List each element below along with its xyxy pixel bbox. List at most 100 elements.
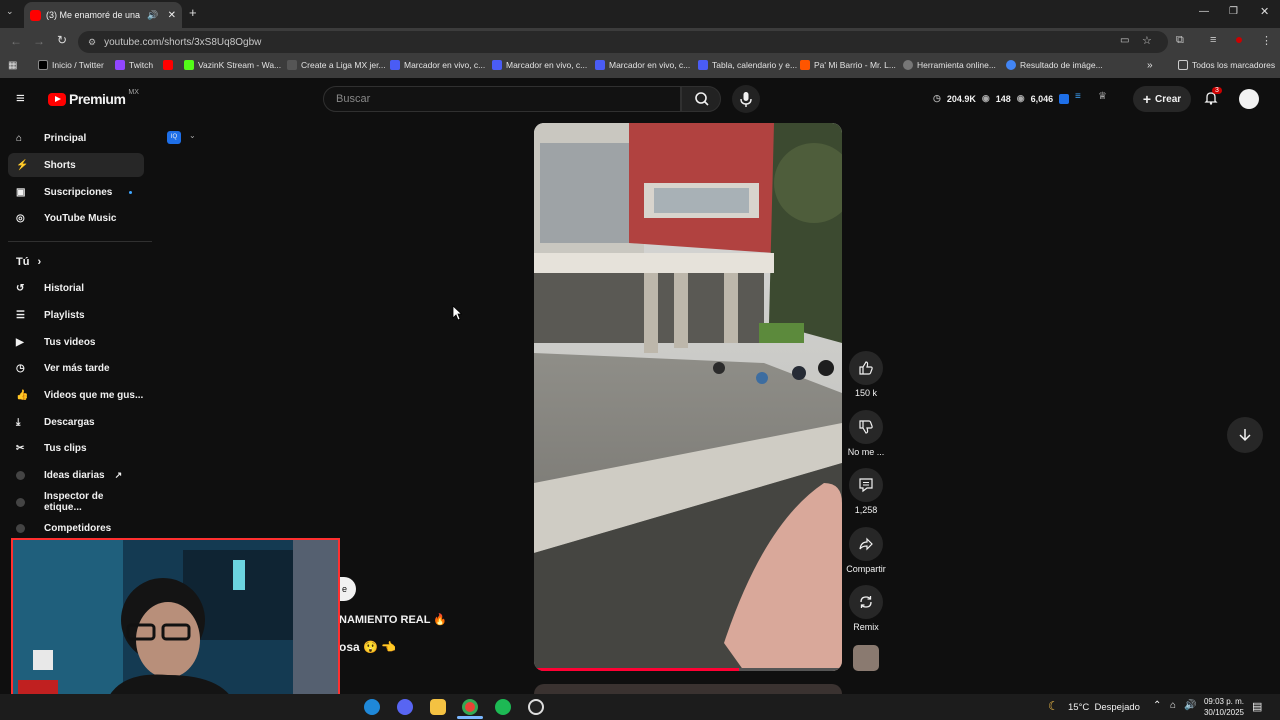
clock[interactable]: 09:03 p. m. 30/10/2025 bbox=[1198, 696, 1244, 718]
share-button[interactable] bbox=[849, 527, 883, 561]
bookmark-item[interactable]: Resultado de imáge... bbox=[1006, 60, 1103, 70]
forward-icon[interactable]: → bbox=[33, 34, 45, 48]
you-heading[interactable]: Tú › bbox=[16, 256, 41, 268]
bookmark-star-icon[interactable]: ☆ bbox=[1142, 34, 1152, 47]
sidebar-item-inspector[interactable]: Inspector de etique... bbox=[8, 490, 144, 514]
sidebar-item-suscripciones[interactable]: ▣ Suscripciones bbox=[8, 180, 144, 204]
discord-icon[interactable] bbox=[397, 699, 413, 715]
clock-stat-icon: ◷ bbox=[933, 93, 941, 103]
sidebar-item-principal[interactable]: ⌂ Principal bbox=[8, 126, 144, 150]
bookmark-label: Inicio / Twitter bbox=[52, 60, 104, 70]
weather-text[interactable]: 15°C Despejado bbox=[1068, 702, 1140, 713]
profile-icon[interactable] bbox=[1236, 37, 1242, 43]
sidebar-item-liked[interactable]: 👍 Videos que me gus... bbox=[8, 383, 144, 407]
sidebar-item-shorts[interactable]: ⚡ Shorts bbox=[8, 153, 144, 177]
sound-thumbnail[interactable] bbox=[853, 645, 879, 671]
back-icon[interactable]: ← bbox=[10, 34, 22, 48]
avatar[interactable] bbox=[1239, 89, 1259, 109]
sidebar-item-ver-mas-tarde[interactable]: ◷ Ver más tarde bbox=[8, 356, 144, 380]
remix-label: Remix bbox=[853, 622, 879, 632]
bookmark-item[interactable]: Tabla, calendario y e... bbox=[698, 60, 797, 70]
bookmark-item[interactable]: Pa' Mi Barrio - Mr. L... bbox=[800, 60, 896, 70]
extensions-icon[interactable]: ⧉ bbox=[1176, 34, 1184, 47]
volume-icon[interactable]: 🔊 bbox=[1184, 700, 1196, 711]
bookmark-item[interactable]: Twitch bbox=[115, 60, 153, 70]
notification-center-icon[interactable]: ▤ bbox=[1252, 700, 1262, 713]
sidebar-item-historial[interactable]: ↺ Historial bbox=[8, 276, 144, 300]
sidebar-item-playlists[interactable]: ☰ Playlists bbox=[8, 303, 144, 327]
more-bookmarks-icon[interactable]: » bbox=[1147, 60, 1153, 71]
youtube-logo[interactable]: Premium MX bbox=[48, 89, 139, 107]
bookmark-item[interactable]: Create a Liga MX jer... bbox=[287, 60, 386, 70]
next-short-button[interactable] bbox=[1227, 417, 1263, 453]
dislike-button[interactable] bbox=[849, 410, 883, 444]
new-tab-button[interactable]: + bbox=[189, 5, 197, 20]
short-video-player[interactable] bbox=[534, 123, 842, 671]
omnibox[interactable]: ⚙ youtube.com/shorts/3xS8Uq8Ogbw bbox=[78, 31, 1168, 53]
logo-text: Premium bbox=[69, 91, 126, 107]
vidiq-icon[interactable] bbox=[1059, 94, 1069, 104]
bookmark-item[interactable]: Inicio / Twitter bbox=[38, 60, 104, 70]
like-button[interactable] bbox=[849, 351, 883, 385]
sidebar-item-label: Historial bbox=[44, 282, 85, 294]
close-window-button[interactable]: ✕ bbox=[1260, 5, 1269, 18]
cast-icon[interactable]: ▭ bbox=[1120, 35, 1129, 46]
bookmark-item[interactable] bbox=[163, 60, 173, 70]
share-label: Compartir bbox=[846, 564, 886, 574]
menu-dots-icon[interactable]: ⋮ bbox=[1261, 34, 1272, 47]
reload-icon[interactable]: ↻ bbox=[57, 33, 67, 47]
search-input[interactable]: Buscar bbox=[323, 86, 681, 112]
url-text[interactable]: youtube.com/shorts/3xS8Uq8Ogbw bbox=[104, 37, 261, 48]
address-bar: ← → ↻ ⚙ youtube.com/shorts/3xS8Uq8Ogbw ▭… bbox=[0, 28, 1280, 56]
speaker-icon[interactable]: 🔊 bbox=[147, 10, 158, 21]
sidebar-item-youtube-music[interactable]: ◎ YouTube Music bbox=[8, 206, 144, 230]
obs-icon[interactable] bbox=[528, 699, 544, 715]
create-label: Crear bbox=[1155, 93, 1182, 105]
stats-bar[interactable]: ◷ 204.9K ◉ 148 ◉ 6,046 bbox=[933, 93, 1053, 104]
site-info-icon[interactable]: ⚙ bbox=[88, 37, 96, 48]
bookmark-item[interactable]: Marcador en vivo, c... bbox=[595, 60, 690, 70]
network-icon[interactable]: ⌂ bbox=[1170, 700, 1176, 711]
search-button[interactable] bbox=[681, 86, 721, 112]
short-description[interactable]: osa 😲 👈 bbox=[339, 640, 396, 654]
comments-button[interactable] bbox=[849, 468, 883, 502]
sidebar-item-ideas-diarias[interactable]: Ideas diarias ↗ bbox=[8, 463, 144, 487]
tray-chevron-icon[interactable]: ⌃ bbox=[1153, 700, 1161, 711]
chrome-icon[interactable] bbox=[462, 699, 478, 715]
restore-button[interactable]: ❐ bbox=[1229, 6, 1238, 17]
bookmark-item[interactable]: VazinK Stream - Wa... bbox=[184, 60, 281, 70]
sidebar-item-descargas[interactable]: ⤓ Descargas bbox=[8, 410, 144, 434]
all-bookmarks[interactable]: Todos los marcadores bbox=[1178, 60, 1275, 70]
bookmark-item[interactable]: Marcador en vivo, c... bbox=[492, 60, 587, 70]
edge-icon[interactable] bbox=[364, 699, 380, 715]
vidiq-sidebar-badge[interactable]: IQ bbox=[167, 131, 181, 144]
apps-icon[interactable]: ▦ bbox=[8, 60, 17, 71]
notifications-button[interactable]: 3 bbox=[1203, 87, 1222, 111]
file-explorer-icon[interactable] bbox=[430, 699, 446, 715]
minimize-button[interactable]: — bbox=[1199, 6, 1209, 17]
sidebar-item-tus-clips[interactable]: ✂ Tus clips bbox=[8, 436, 144, 460]
active-tab[interactable]: (3) Me enamoré de una pel 🔊 ✕ bbox=[24, 2, 182, 28]
tab-search-button[interactable]: ⌄ bbox=[6, 6, 20, 20]
bookmark-label: Marcador en vivo, c... bbox=[609, 60, 691, 70]
chevron-down-icon[interactable]: ⌄ bbox=[189, 131, 196, 140]
sidebar-item-label: Ver más tarde bbox=[44, 362, 110, 374]
views-stat: 204.9K bbox=[946, 93, 976, 104]
next-short-preview[interactable] bbox=[534, 684, 842, 694]
spotify-icon[interactable] bbox=[495, 699, 511, 715]
media-icon[interactable]: ≡ bbox=[1210, 34, 1216, 46]
close-tab-icon[interactable]: ✕ bbox=[168, 10, 176, 21]
bookmark-item[interactable]: Herramienta online... bbox=[903, 60, 996, 70]
sidebar-item-tus-videos[interactable]: ▶ Tus videos bbox=[8, 330, 144, 354]
stat-a: 148 bbox=[995, 93, 1011, 104]
bookmark-item[interactable]: Marcador en vivo, c... bbox=[390, 60, 485, 70]
trophy-icon[interactable]: ♕ bbox=[1098, 91, 1107, 102]
short-title[interactable]: NAMIENTO REAL 🔥 bbox=[339, 613, 447, 626]
hamburger-icon[interactable]: ≡ bbox=[16, 90, 25, 107]
list-icon[interactable]: ≡ bbox=[1075, 91, 1081, 102]
weather-icon[interactable]: ☾ bbox=[1048, 699, 1059, 713]
create-button[interactable]: + Crear bbox=[1133, 86, 1191, 112]
remix-button[interactable] bbox=[849, 585, 883, 619]
sidebar-item-competidores[interactable]: Competidores bbox=[8, 516, 144, 540]
voice-search-button[interactable] bbox=[732, 85, 760, 113]
